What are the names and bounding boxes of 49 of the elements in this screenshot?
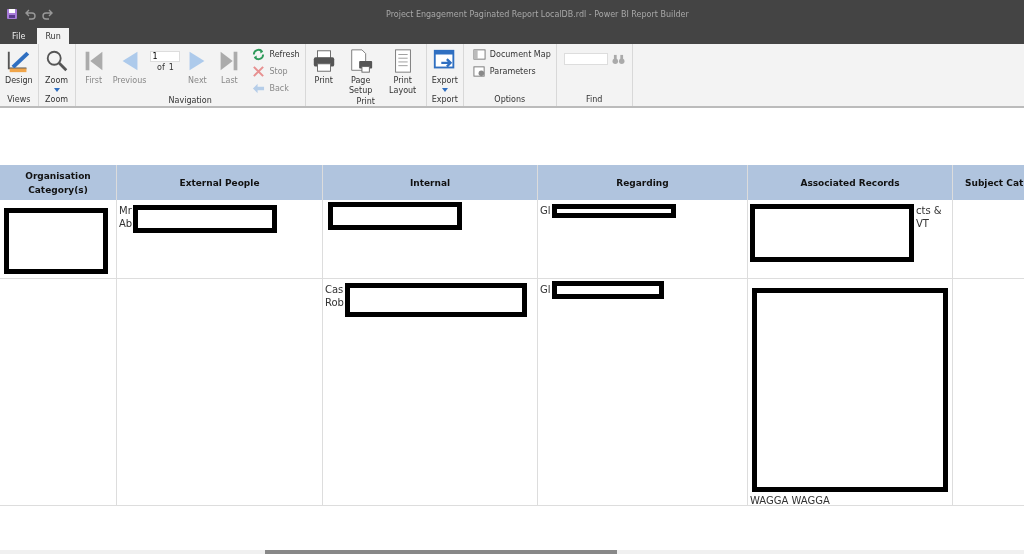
group-label: Zoom bbox=[44, 95, 70, 106]
group-label: Find bbox=[585, 95, 604, 106]
group-label: Views bbox=[6, 95, 32, 106]
group-label: Options bbox=[493, 95, 527, 106]
column-header: Regarding bbox=[538, 165, 748, 200]
document-map-icon bbox=[472, 48, 486, 61]
cell-text: VT bbox=[916, 217, 930, 230]
page-number-field[interactable]: 1 bbox=[150, 51, 181, 62]
page-total: 1 bbox=[168, 63, 174, 72]
column-header: Subject Cat bbox=[953, 165, 1024, 200]
column-header: Organisation Category(s) bbox=[0, 165, 117, 200]
cell-text: Cas bbox=[325, 283, 344, 296]
ribbon-tab[interactable]: File bbox=[4, 28, 34, 44]
pencil-ruler-button[interactable]: Design bbox=[3, 47, 35, 87]
page-printer-button[interactable]: Page Setup bbox=[340, 47, 381, 97]
column-header: Internal bbox=[323, 165, 538, 200]
window-title: Project Engagement Paginated Report LocalDB.rdl - Power BI Report Builder bbox=[386, 9, 689, 19]
page-button[interactable]: Print Layout bbox=[382, 47, 423, 97]
cell-text: Gl bbox=[540, 283, 551, 296]
column-header: External People bbox=[117, 165, 323, 200]
undo-icon[interactable] bbox=[24, 8, 36, 20]
refresh-button[interactable]: Refresh bbox=[250, 47, 302, 62]
printer-button[interactable]: Print bbox=[308, 47, 339, 87]
binoculars-icon[interactable] bbox=[611, 53, 625, 65]
cell-text: Gl bbox=[540, 204, 551, 217]
redo-icon[interactable] bbox=[42, 8, 54, 20]
cross-icon bbox=[252, 65, 266, 78]
save-icon[interactable] bbox=[6, 8, 18, 20]
ribbon-tab[interactable]: Run bbox=[37, 28, 69, 44]
cell-text: Mr bbox=[119, 204, 133, 217]
horizontal-scrollbar[interactable] bbox=[0, 550, 1024, 554]
cell-text: Rob bbox=[325, 296, 344, 309]
page-of-label: of bbox=[157, 63, 165, 72]
group-label: Export bbox=[430, 95, 459, 106]
refresh-icon bbox=[252, 48, 266, 61]
cell-text: WAGGA WAGGA bbox=[750, 494, 830, 505]
group-label: Navigation bbox=[167, 96, 213, 107]
document-map-button[interactable]: Document Map bbox=[470, 47, 553, 62]
find-field[interactable] bbox=[563, 53, 608, 65]
left-arrow-icon bbox=[252, 82, 266, 95]
group-label: Print bbox=[355, 97, 376, 108]
export-button[interactable]: Export bbox=[429, 47, 460, 93]
parameters-button[interactable]: Parameters bbox=[470, 64, 553, 79]
scrollbar-thumb[interactable] bbox=[265, 550, 617, 554]
cell-text: Ab bbox=[119, 217, 133, 230]
search-button[interactable]: Zoom bbox=[41, 47, 72, 93]
parameters-icon bbox=[472, 65, 486, 78]
cell-text: cts & bbox=[916, 204, 942, 217]
column-header: Associated Records bbox=[748, 165, 953, 200]
